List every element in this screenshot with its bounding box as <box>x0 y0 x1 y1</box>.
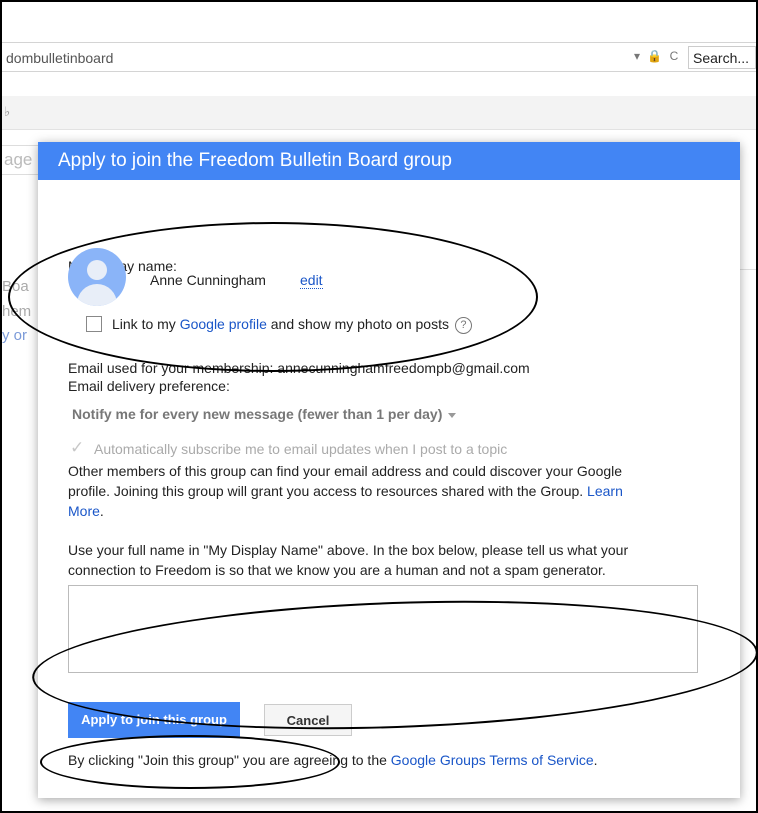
avatar-head-icon <box>87 260 107 280</box>
google-profile-link[interactable]: Google profile <box>180 316 267 332</box>
learn-more-link-1[interactable]: Learn <box>587 483 623 499</box>
link-profile-prefix: Link to my <box>112 316 176 332</box>
help-icon[interactable]: ? <box>454 316 472 334</box>
terms-notice: By clicking "Join this group" you are ag… <box>68 752 598 768</box>
instructions-line-2: connection to Freedom is so that we know… <box>68 562 606 578</box>
cancel-button[interactable]: Cancel <box>264 704 352 736</box>
chevron-down-icon <box>448 412 457 418</box>
url-text[interactable]: dombulletinboard <box>6 50 113 66</box>
visibility-notice-line-2: profile. Joining this group will grant y… <box>68 483 623 499</box>
visibility-notice-line-3: More. <box>68 503 104 519</box>
terms-prefix: By clicking "Join this group" you are ag… <box>68 752 387 768</box>
background-text-3: y or <box>2 327 28 344</box>
visibility-notice-end: . <box>99 503 104 519</box>
avatar <box>68 248 126 306</box>
checkmark-icon: ✓ <box>70 438 85 457</box>
join-group-dialog: Apply to join the Freedom Bulletin Board… <box>38 142 740 798</box>
visibility-notice-text: profile. Joining this group will grant y… <box>68 483 584 499</box>
edit-display-name-link[interactable]: edit <box>300 272 323 289</box>
membership-email-text: Email used for your membership: annecunn… <box>68 360 530 376</box>
visibility-notice-line-1: Other members of this group can find you… <box>68 463 623 479</box>
apply-to-join-button[interactable]: Apply to join this group <box>68 702 240 738</box>
dialog-title: Apply to join the Freedom Bulletin Board… <box>38 142 740 180</box>
delivery-preference-value: Notify me for every new message (fewer t… <box>72 406 443 422</box>
link-profile-suffix: and show my photo on posts <box>270 316 449 332</box>
background-toolbar <box>2 96 756 130</box>
connection-textarea[interactable] <box>68 585 698 673</box>
background-toolbar-glyph: ♭ <box>4 104 11 119</box>
background-text-2: hem <box>2 303 32 320</box>
auto-subscribe-label: Automatically subscribe me to email upda… <box>94 441 508 457</box>
delivery-preference-label: Email delivery preference: <box>68 378 230 394</box>
avatar-shoulders-icon <box>77 284 117 306</box>
display-name-value: Anne Cunningham <box>150 272 266 288</box>
background-text-1: Boa <box>2 278 29 295</box>
link-profile-checkbox[interactable] <box>86 316 102 332</box>
terms-suffix: . <box>593 752 598 768</box>
terms-of-service-link[interactable]: Google Groups Terms of Service <box>391 752 594 768</box>
address-bar-icons[interactable]: ▾ 🔒 C <box>634 49 680 63</box>
address-bar[interactable]: dombulletinboard ▾ 🔒 C Search... <box>2 42 756 72</box>
link-profile-row: Link to my Google profile and show my ph… <box>112 316 472 334</box>
instructions-line-1: Use your full name in "My Display Name" … <box>68 542 629 558</box>
delivery-preference-select[interactable]: Notify me for every new message (fewer t… <box>72 406 457 422</box>
browser-search-input[interactable]: Search... <box>688 46 756 69</box>
learn-more-link-2[interactable]: More <box>68 503 100 519</box>
